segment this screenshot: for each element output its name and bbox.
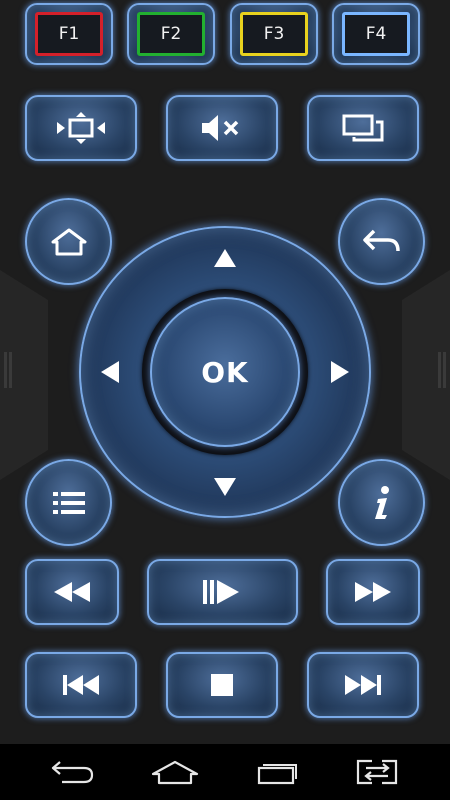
stop-icon [211, 674, 233, 696]
stop-button[interactable] [166, 652, 278, 718]
menu-button[interactable] [25, 459, 112, 546]
ok-label: OK [201, 355, 249, 389]
skip-next-icon [345, 675, 381, 695]
info-button[interactable] [338, 459, 425, 546]
recent-apps-icon [257, 764, 297, 785]
f3-key-face: F3 [240, 12, 308, 56]
list-icon [52, 491, 85, 514]
window-switch-icon [342, 114, 384, 142]
arrow-up-icon[interactable] [213, 248, 237, 268]
remote-control-screen: F1 F2 F3 F4 OK [0, 0, 450, 800]
f1-key-face: F1 [35, 12, 103, 56]
play-pause-icon [202, 580, 239, 604]
previous-button[interactable] [25, 652, 137, 718]
f3-button[interactable]: F3 [230, 3, 318, 65]
fast-forward-button[interactable] [326, 559, 420, 625]
switch-app-icon [356, 759, 398, 785]
next-button[interactable] [307, 652, 419, 718]
system-home-icon [151, 760, 199, 785]
home-button[interactable] [25, 198, 112, 285]
home-icon [51, 228, 86, 255]
skip-previous-icon [63, 675, 99, 695]
system-back-button[interactable] [28, 744, 118, 800]
system-switch-app-button[interactable] [332, 744, 422, 800]
f2-key-face: F2 [137, 12, 205, 56]
fullscreen-icon [57, 112, 105, 144]
rewind-icon [54, 582, 90, 602]
fast-forward-icon [355, 582, 391, 602]
fullscreen-button[interactable] [25, 95, 137, 161]
window-switch-button[interactable] [307, 95, 419, 161]
system-back-icon [51, 761, 94, 784]
mute-button[interactable] [166, 95, 278, 161]
f4-key-face: F4 [342, 12, 410, 56]
play-pause-button[interactable] [147, 559, 298, 625]
system-recent-apps-button[interactable] [231, 744, 321, 800]
f1-button[interactable]: F1 [25, 3, 113, 65]
f2-button[interactable]: F2 [127, 3, 215, 65]
f3-label: F3 [263, 24, 285, 44]
mute-icon [202, 115, 239, 141]
system-nav-bar [0, 744, 450, 800]
rewind-button[interactable] [25, 559, 119, 625]
back-button[interactable] [338, 198, 425, 285]
f4-button[interactable]: F4 [332, 3, 420, 65]
f1-label: F1 [58, 24, 80, 44]
back-icon [362, 229, 400, 251]
arrow-right-icon[interactable] [330, 360, 350, 384]
f4-label: F4 [365, 24, 387, 44]
arrow-left-icon[interactable] [100, 360, 120, 384]
info-icon [374, 485, 389, 519]
arrow-down-icon[interactable] [213, 477, 237, 497]
f2-label: F2 [160, 24, 182, 44]
system-home-button[interactable] [130, 744, 220, 800]
ok-button[interactable]: OK [150, 297, 300, 447]
